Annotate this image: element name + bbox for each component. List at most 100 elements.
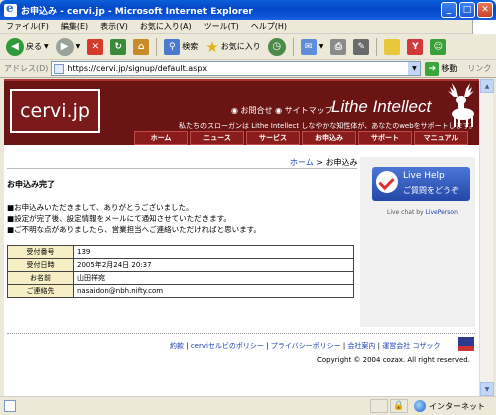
live-chat-credit: Live chat by LivePerson <box>387 209 458 216</box>
footer-link-privacy[interactable]: プライバシーポリシー <box>271 342 341 350</box>
star-icon: ★ <box>205 37 219 56</box>
favorites-label: お気に入り <box>220 42 261 51</box>
minimize-button[interactable]: _ <box>441 2 457 18</box>
footer-link-operator[interactable]: 運営会社 コザック <box>382 342 440 350</box>
contacts-button[interactable]: ☺ <box>428 36 448 58</box>
history-icon: ◷ <box>267 37 286 56</box>
toolbar-separator <box>376 37 378 56</box>
window-title: お申込み - cervi.jp - Microsoft Internet Exp… <box>21 6 253 17</box>
nav-home[interactable]: ホーム <box>134 131 188 145</box>
cozax-logo <box>458 337 474 351</box>
messenger-button[interactable]: Y <box>405 36 425 58</box>
status-bar: 🔒 インターネット <box>0 396 496 415</box>
receipt-table: 受付番号 139 受付日時 2005年2月24日 20:37 お名前 山田祥宛 … <box>7 245 354 298</box>
go-button[interactable]: ➔ 移動 <box>425 61 457 76</box>
table-key: お名前 <box>7 271 74 285</box>
nav-news[interactable]: ニュース <box>190 131 244 145</box>
address-input[interactable]: https://cervi.jp/signup/default.aspx ▼ <box>51 61 422 76</box>
live-help-subtitle: ご質問をどうぞ <box>403 186 459 195</box>
messenger-icon: Y <box>407 38 424 55</box>
go-arrow-icon: ➔ <box>425 61 440 76</box>
table-key: ご連絡先 <box>7 284 74 298</box>
scroll-up-icon[interactable]: ▲ <box>480 79 494 93</box>
status-cells: 🔒 <box>370 399 408 413</box>
footer-divider <box>7 333 475 334</box>
site-slogan: 私たちのスローガンは Lithe Intellect しなやかな知性体が、あなた… <box>179 122 476 130</box>
history-button[interactable]: ◷ <box>266 36 288 58</box>
globe-icon <box>414 400 426 412</box>
page-viewport: cervi.jp ◉ お問合せ ◉ サイトマップ Lithe Intellect… <box>4 79 479 396</box>
favorites-button[interactable]: ★ お気に入り <box>203 36 262 58</box>
footer-link-company[interactable]: 会社案内 <box>347 342 375 350</box>
contacts-icon: ☺ <box>430 38 447 55</box>
links-label[interactable]: リンク <box>467 63 491 74</box>
liveperson-link[interactable]: LivePerson <box>425 209 457 216</box>
window-titlebar: お申込み - cervi.jp - Microsoft Internet Exp… <box>0 0 496 20</box>
breadcrumb-home[interactable]: ホーム <box>290 158 314 167</box>
menu-help[interactable]: ヘルプ(H) <box>245 21 293 32</box>
menu-edit[interactable]: 編集(E) <box>55 21 94 32</box>
vertical-scrollbar[interactable]: ▲ ▼ <box>479 79 494 396</box>
status-cell <box>370 399 388 413</box>
table-value: nasaidon@nbh.nifty.com <box>73 284 354 298</box>
back-button[interactable]: ◀ 戻る ▼ <box>4 36 51 58</box>
site-header: cervi.jp ◉ お問合せ ◉ サイトマップ Lithe Intellect… <box>4 79 479 145</box>
mail-button[interactable]: ✉ ▼ <box>299 36 326 58</box>
menu-view[interactable]: 表示(V) <box>94 21 134 32</box>
search-icon: ⚲ <box>164 38 181 55</box>
breadcrumb-current: お申込み <box>325 158 358 167</box>
breadcrumb: ホーム > お申込み <box>290 157 358 168</box>
footer-link-terms[interactable]: 約款 <box>170 342 184 350</box>
close-button[interactable]: ✕ <box>477 2 493 18</box>
chevron-down-icon: ▼ <box>318 43 324 50</box>
page-title: お申込み完了 <box>7 180 55 189</box>
message-line: ■設定が完了後、設定情報をメールにて通知させていただきます。 <box>7 214 231 223</box>
windows-logo-icon <box>472 20 496 34</box>
maximize-button[interactable]: □ <box>459 2 475 18</box>
nav-manual[interactable]: マニュアル <box>414 131 468 145</box>
header-links[interactable]: ◉ お問合せ ◉ サイトマップ <box>231 105 333 116</box>
chevron-down-icon: ▼ <box>44 43 49 50</box>
checkmark-icon <box>376 171 398 193</box>
menu-favorites[interactable]: お気に入り(A) <box>134 21 198 32</box>
note-icon <box>384 38 401 55</box>
toolbar-separator <box>292 37 294 56</box>
sidebar: Live Help ご質問をどうぞ Live chat by LivePerso… <box>360 157 475 327</box>
home-button[interactable]: ⌂ <box>131 36 151 58</box>
footer-link-policy[interactable]: cerviセルビのポリシー <box>191 342 264 350</box>
refresh-button[interactable]: ↻ <box>108 36 128 58</box>
chevron-down-icon[interactable]: ▼ <box>408 62 421 75</box>
stop-icon: ✕ <box>87 38 104 55</box>
nav-services[interactable]: サービス <box>246 131 300 145</box>
site-nav: ホーム ニュース サービス お申込み サポート マニュアル <box>134 131 468 145</box>
menu-file[interactable]: ファイル(F) <box>0 21 55 32</box>
print-button[interactable]: ⎙ <box>328 36 348 58</box>
live-chat-prefix: Live chat by <box>387 209 426 216</box>
back-arrow-icon: ◀ <box>6 37 24 56</box>
site-logo[interactable]: cervi.jp <box>10 89 100 133</box>
live-help-button[interactable]: Live Help ご質問をどうぞ <box>372 167 470 201</box>
brand-name: Lithe Intellect <box>331 97 432 116</box>
home-icon: ⌂ <box>133 38 150 55</box>
page-icon <box>54 63 65 74</box>
window-controls: _ □ ✕ <box>441 2 493 18</box>
search-button[interactable]: ⚲ 検索 <box>162 36 200 58</box>
table-row: お名前 山田祥宛 <box>7 271 354 285</box>
address-url: https://cervi.jp/signup/default.aspx <box>67 64 208 73</box>
table-key: 受付番号 <box>7 245 74 259</box>
forward-button[interactable]: ▶ ▼ <box>54 36 83 58</box>
divider <box>7 168 357 169</box>
table-value: 山田祥宛 <box>73 271 354 285</box>
edit-button[interactable]: ✎ <box>351 36 371 58</box>
copyright: Copyright © 2004 cozax. All right reserv… <box>317 356 470 364</box>
stop-button[interactable]: ✕ <box>85 36 105 58</box>
nav-signup[interactable]: お申込み <box>302 131 356 145</box>
refresh-icon: ↻ <box>110 38 127 55</box>
menu-bar: ファイル(F) 編集(E) 表示(V) お気に入り(A) ツール(T) ヘルプ(… <box>0 20 496 34</box>
scroll-down-icon[interactable]: ▼ <box>480 382 494 396</box>
page-done-icon <box>4 400 16 412</box>
lock-icon: 🔒 <box>390 399 408 413</box>
menu-tools[interactable]: ツール(T) <box>198 21 245 32</box>
notes-button[interactable] <box>382 36 402 58</box>
nav-support[interactable]: サポート <box>358 131 412 145</box>
